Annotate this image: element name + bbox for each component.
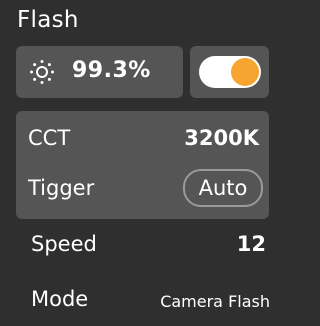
brightness-control[interactable]: 99.3%	[16, 46, 183, 98]
speed-label: Speed	[31, 232, 97, 256]
toggle-knob	[231, 58, 259, 86]
flash-toggle-container	[190, 46, 269, 98]
flash-toggle[interactable]	[199, 56, 261, 88]
cct-label: CCT	[28, 126, 71, 150]
panel-title: Flash	[17, 7, 79, 33]
mode-label: Mode	[31, 287, 89, 311]
params-card: CCT 3200K Tigger Auto	[16, 111, 269, 219]
mode-value[interactable]: Camera Flash	[160, 292, 270, 311]
trigger-label: Tigger	[28, 176, 95, 200]
brightness-value: 99.3%	[72, 58, 151, 83]
speed-value[interactable]: 12	[237, 232, 266, 256]
trigger-auto-button[interactable]: Auto	[183, 169, 263, 207]
sun-icon	[30, 60, 54, 84]
cct-value[interactable]: 3200K	[184, 126, 259, 150]
